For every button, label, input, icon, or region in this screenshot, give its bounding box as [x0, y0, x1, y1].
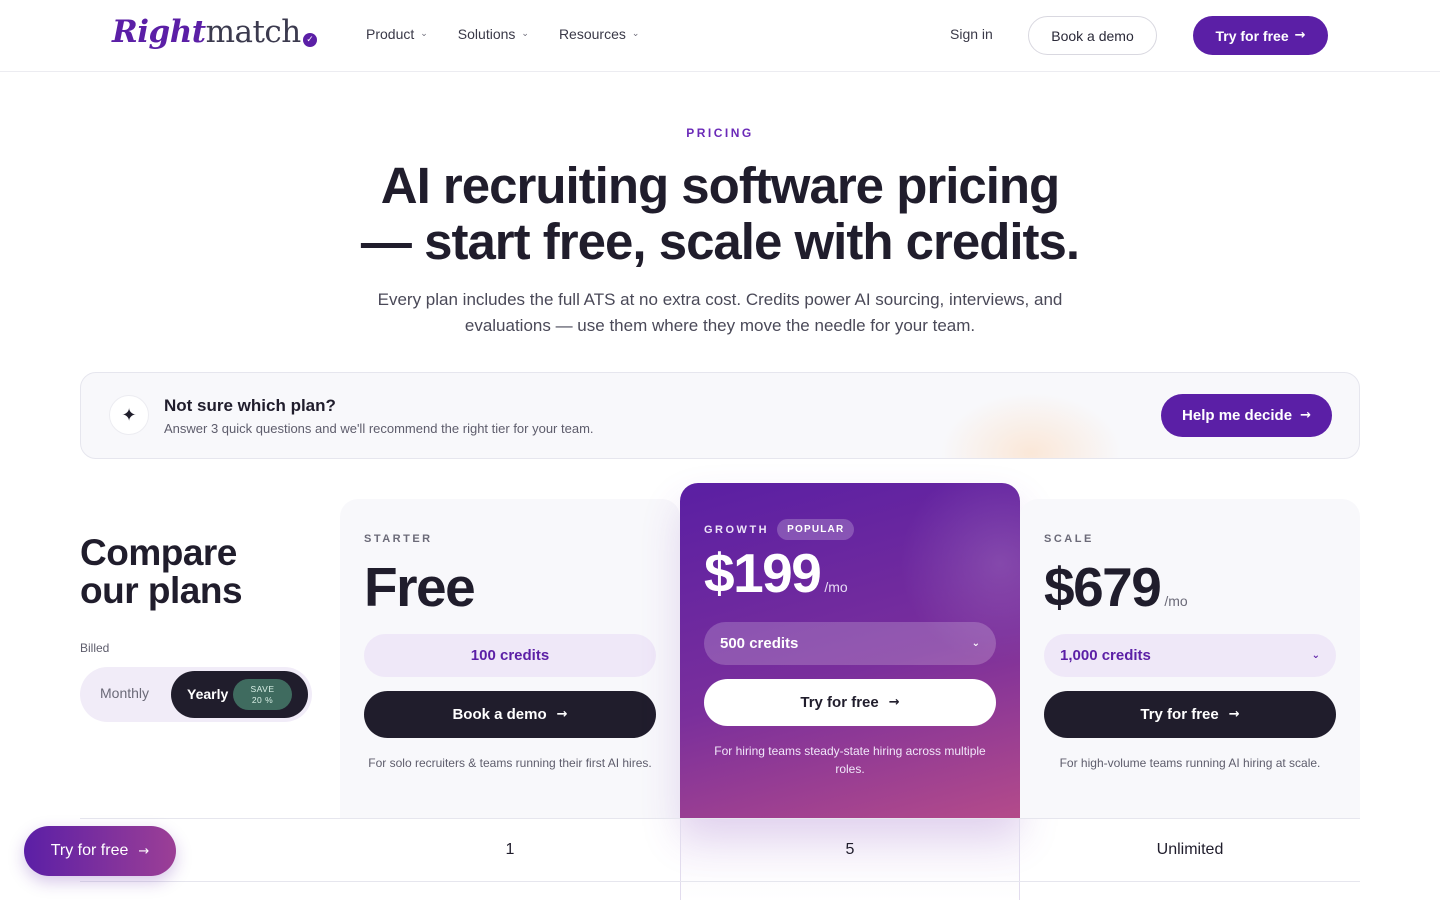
compare-title: Compare our plans	[80, 532, 243, 611]
plan-helper-banner: ✦ Not sure which plan? Answer 3 quick qu…	[80, 372, 1360, 459]
logo-text-match: match	[205, 14, 302, 50]
floating-try-free-button[interactable]: Try for free →	[24, 826, 176, 876]
plan-price-row: $199/mo	[704, 541, 848, 605]
main-nav: Product ⌄ Solutions ⌄ Resources ⌄	[366, 26, 639, 42]
page-title-line2: — start free, scale with credits.	[360, 213, 1080, 270]
save-badge: SAVE 20 %	[233, 679, 292, 710]
try-free-plan-button[interactable]: Try for free →	[1044, 691, 1336, 738]
plan-name: STARTER	[364, 533, 433, 545]
plan-name-row: GROWTH POPULAR	[704, 519, 855, 540]
plan-button-label: Try for free	[800, 694, 879, 711]
billing-yearly-option[interactable]: Yearly SAVE 20 %	[171, 671, 308, 718]
arrow-right-icon: →	[138, 843, 150, 859]
billed-label: Billed	[80, 641, 110, 655]
book-demo-plan-button[interactable]: Book a demo →	[364, 691, 656, 738]
plan-name: GROWTH	[704, 523, 770, 536]
plan-description: For solo recruiters & teams running thei…	[368, 756, 652, 770]
plan-card-growth: GROWTH POPULAR $199/mo 500 credits ⌄ Try…	[680, 483, 1020, 819]
save-badge-line1: SAVE	[250, 684, 275, 694]
plan-price: Free	[364, 556, 476, 618]
chevron-down-icon: ⌄	[631, 29, 640, 39]
credits-select[interactable]: 1,000 credits ⌄	[1044, 634, 1336, 677]
credits-select[interactable]: 500 credits ⌄	[704, 622, 996, 665]
pricing-eyebrow: PRICING	[686, 126, 754, 140]
plan-price-row: $679/mo	[1044, 555, 1188, 619]
nav-resources-label: Resources	[558, 26, 626, 42]
banner-title: Not sure which plan?	[164, 396, 336, 415]
try-free-button[interactable]: Try for free →	[1193, 16, 1328, 55]
table-cell-starter: 1	[505, 841, 515, 858]
arrow-right-icon: →	[1228, 707, 1240, 722]
sign-in-link[interactable]: Sign in	[950, 26, 993, 42]
plan-button-label: Try for free	[1140, 706, 1219, 723]
billing-yearly-label: Yearly	[187, 686, 229, 702]
help-me-decide-button[interactable]: Help me decide →	[1161, 394, 1332, 437]
table-divider	[80, 881, 1360, 882]
arrow-right-icon: →	[556, 707, 568, 722]
nav-resources[interactable]: Resources ⌄	[559, 26, 639, 42]
plan-description: For high-volume teams running AI hiring …	[1059, 756, 1321, 770]
chevron-down-icon: ⌄	[1311, 650, 1320, 661]
nav-solutions[interactable]: Solutions ⌄	[458, 26, 529, 42]
chevron-down-icon: ⌄	[521, 29, 529, 39]
billing-toggle: Monthly Yearly SAVE 20 %	[80, 667, 312, 722]
plan-price: $679	[1044, 556, 1162, 618]
arrow-right-icon: →	[1300, 408, 1311, 423]
banner-glow	[941, 393, 1121, 458]
nav-product-label: Product	[366, 26, 415, 42]
book-demo-button[interactable]: Book a demo	[1028, 16, 1157, 55]
plan-card-starter: STARTER Free 100 credits Book a demo → F…	[340, 499, 680, 819]
credits-value: 1,000 credits	[1060, 647, 1151, 664]
plan-period: /mo	[824, 579, 848, 595]
help-me-decide-label: Help me decide	[1182, 407, 1293, 424]
try-free-plan-button[interactable]: Try for free →	[704, 679, 996, 726]
plan-button-label: Book a demo	[452, 706, 547, 723]
page-title-line1: AI recruiting software pricing	[380, 157, 1060, 214]
site-header: Rightmatch ✓ Product ⌄ Solutions ⌄ Resour…	[0, 0, 1440, 72]
table-cell-scale: Unlimited	[1156, 841, 1224, 858]
compare-title-line2: our plans	[80, 570, 243, 611]
logo-check-icon: ✓	[302, 33, 317, 47]
chevron-down-icon: ⌄	[971, 638, 980, 649]
plan-card-scale: SCALE $679/mo 1,000 credits ⌄ Try for fr…	[1020, 499, 1360, 819]
plan-period: /mo	[1164, 593, 1188, 609]
banner-subtitle: Answer 3 quick questions and we'll recom…	[164, 421, 594, 436]
growth-column-highlight	[680, 819, 1020, 900]
logo[interactable]: Rightmatch ✓	[112, 14, 317, 50]
save-badge-line2: 20 %	[251, 695, 274, 705]
book-demo-label: Book a demo	[1051, 27, 1134, 44]
arrow-right-icon: →	[888, 695, 900, 710]
nav-solutions-label: Solutions	[457, 26, 516, 42]
compare-title-line1: Compare	[80, 532, 237, 573]
credits-display: 100 credits	[364, 634, 656, 677]
page-subtitle: Every plan includes the full ATS at no e…	[377, 290, 1063, 335]
billing-monthly-option[interactable]: Monthly	[100, 685, 149, 701]
chevron-down-icon: ⌄	[420, 29, 428, 39]
nav-product[interactable]: Product ⌄	[366, 26, 428, 42]
table-cell-growth: 5	[845, 841, 855, 858]
floating-try-free-label: Try for free	[50, 842, 129, 859]
plan-name: SCALE	[1044, 533, 1094, 545]
try-free-label: Try for free	[1215, 27, 1289, 44]
logo-text-right: Right	[112, 14, 206, 50]
plan-price: $199	[704, 542, 822, 604]
popular-badge: POPULAR	[777, 519, 855, 540]
arrow-right-icon: →	[1294, 28, 1306, 43]
plan-description: For hiring teams steady-state hiring acr…	[714, 744, 986, 776]
credits-value: 500 credits	[720, 635, 799, 652]
page-title: AI recruiting software pricing — start f…	[220, 158, 1220, 270]
sparkle-icon: ✦	[109, 395, 149, 435]
